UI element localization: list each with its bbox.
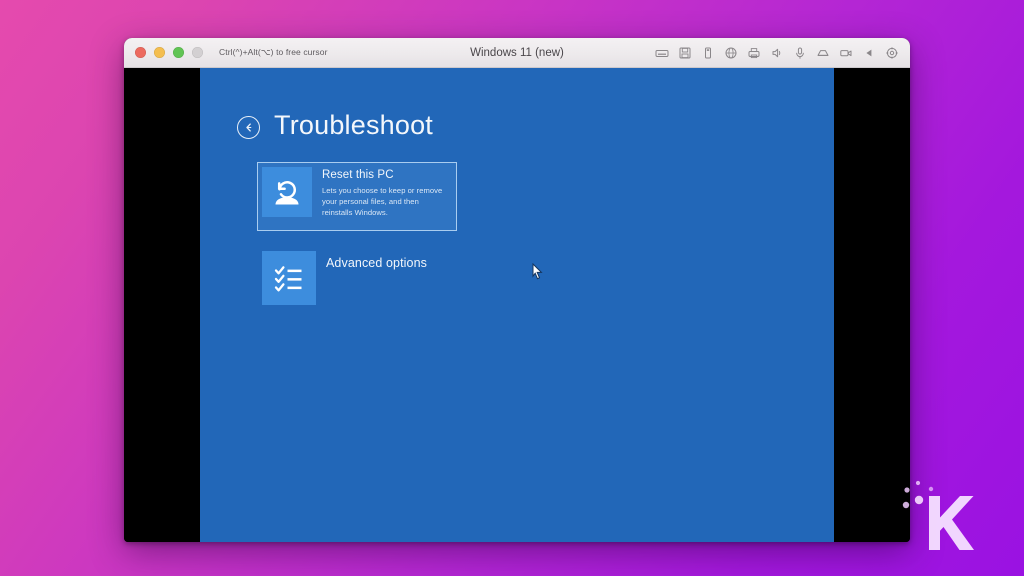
network-globe-icon[interactable] [724,46,738,60]
tile-title: Reset this PC [322,168,450,182]
gear-icon[interactable] [885,46,899,60]
tile-description: Lets you choose to keep or remove your p… [322,185,450,218]
back-button[interactable] [237,116,260,139]
traffic-light-group [124,47,203,58]
windows-recovery-environment: Troubleshoot Reset this PC Lets you choo… [200,68,834,542]
maximize-window-button[interactable] [173,47,184,58]
tile-text-block: Advanced options [316,251,427,305]
back-arrow-icon[interactable] [862,46,876,60]
keyboard-icon[interactable] [655,46,669,60]
page-title: Troubleshoot [274,112,433,139]
camera-icon[interactable] [839,46,853,60]
shared-folder-icon[interactable] [816,46,830,60]
vm-screen-letterbox: Troubleshoot Reset this PC Lets you choo… [124,68,910,542]
window-titlebar: Ctrl(^)+Alt(⌥) to free cursor Windows 11… [124,38,910,68]
checklist-icon [262,251,316,305]
tile-title: Advanced options [326,252,427,272]
close-window-button[interactable] [135,47,146,58]
recovery-header: Troubleshoot [237,112,834,139]
speaker-icon[interactable] [770,46,784,60]
reset-pc-icon [262,167,312,217]
minimize-window-button[interactable] [154,47,165,58]
virtual-machine-window: Ctrl(^)+Alt(⌥) to free cursor Windows 11… [124,38,910,542]
printer-icon[interactable] [747,46,761,60]
free-cursor-hint: Ctrl(^)+Alt(⌥) to free cursor [219,47,328,58]
tile-advanced-options[interactable]: Advanced options [257,246,457,310]
left-arrow-icon [242,121,255,134]
mouse-cursor [532,263,544,281]
tile-reset-this-pc[interactable]: Reset this PC Lets you choose to keep or… [257,162,457,231]
watermark-logo [898,474,984,554]
microphone-icon[interactable] [793,46,807,60]
tile-text-block: Reset this PC Lets you choose to keep or… [312,167,450,226]
window-toolbar [655,46,910,60]
floppy-disk-icon[interactable] [678,46,692,60]
extra-window-button[interactable] [192,47,203,58]
screenshot-stage: Ctrl(^)+Alt(⌥) to free cursor Windows 11… [0,0,1024,576]
usb-drive-icon[interactable] [701,46,715,60]
